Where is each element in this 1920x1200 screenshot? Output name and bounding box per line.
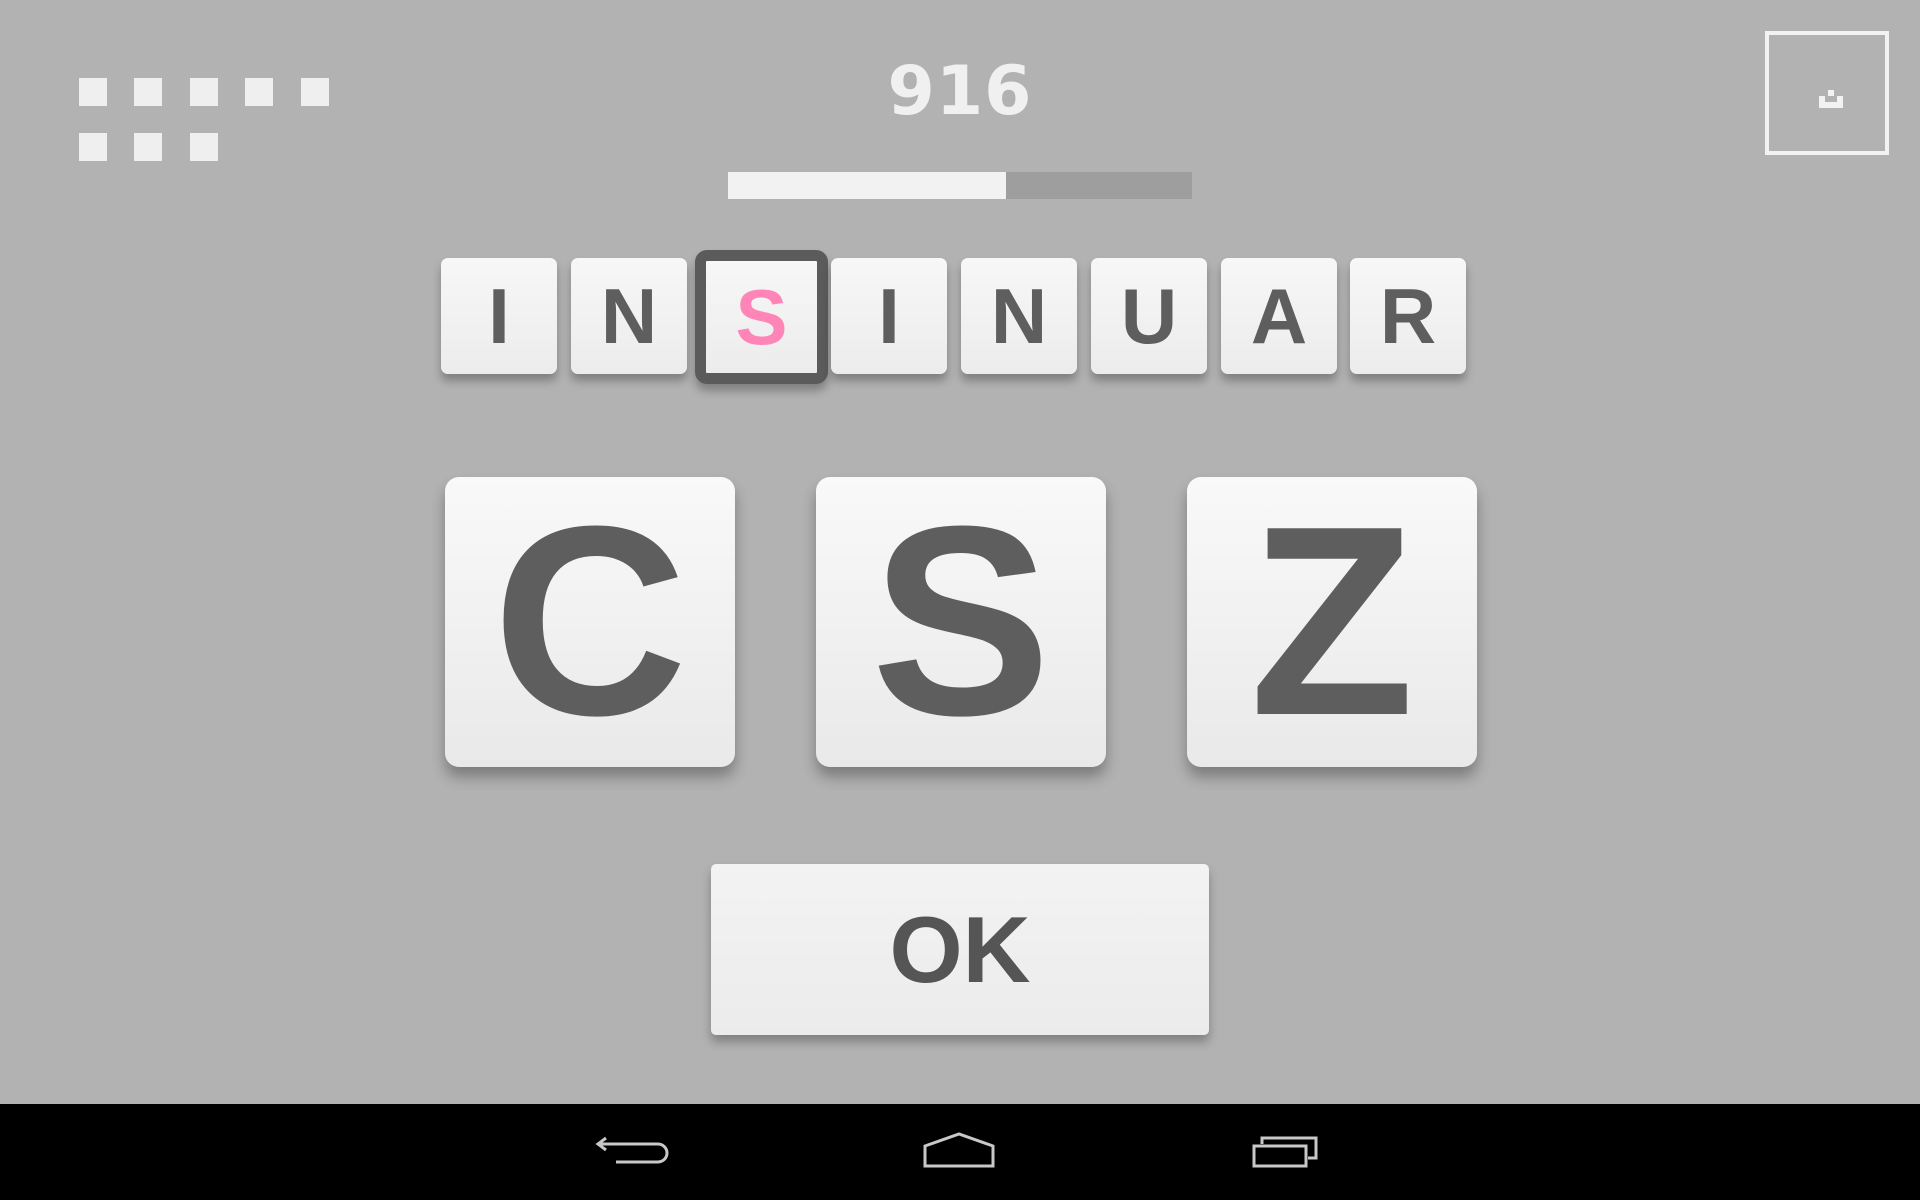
life-square [134, 78, 162, 106]
home-button[interactable] [914, 1122, 1004, 1182]
choice-button-s[interactable]: S [816, 471, 1106, 772]
life-square [190, 78, 218, 106]
ok-label: OK [889, 896, 1031, 1002]
recent-apps-button[interactable] [1240, 1122, 1330, 1182]
menu-button[interactable] [1765, 31, 1889, 155]
letter-tile: N [961, 258, 1077, 374]
navigation-bar [0, 1104, 1920, 1200]
back-button[interactable] [590, 1122, 680, 1182]
life-square [190, 133, 218, 161]
choice-button-z[interactable]: Z [1187, 471, 1477, 772]
selected-letter-tile: S [695, 250, 828, 384]
letter-tile: I [441, 258, 557, 374]
letter-tile: U [1091, 258, 1207, 374]
choice-label: C [492, 471, 688, 772]
choice-label: Z [1249, 471, 1415, 772]
letter-tile: N [571, 258, 687, 374]
score: 916 [887, 52, 1033, 131]
choice-label: S [870, 471, 1052, 772]
back-icon [595, 1136, 669, 1164]
recent-apps-icon [1252, 1136, 1318, 1168]
letter-tile: R [1350, 258, 1466, 374]
life-square [134, 133, 162, 161]
choice-button-c[interactable]: C [445, 471, 735, 772]
life-square [79, 133, 107, 161]
letter-tile: A [1221, 258, 1337, 374]
life-square [79, 78, 107, 106]
menu-icon [1819, 90, 1843, 108]
life-square [245, 78, 273, 106]
time-progress-bar [728, 172, 1192, 199]
letter-tile: I [831, 258, 947, 374]
ok-button[interactable]: OK [711, 864, 1209, 1035]
progress-fill [728, 172, 1007, 199]
home-icon [923, 1132, 995, 1168]
life-square [301, 78, 329, 106]
